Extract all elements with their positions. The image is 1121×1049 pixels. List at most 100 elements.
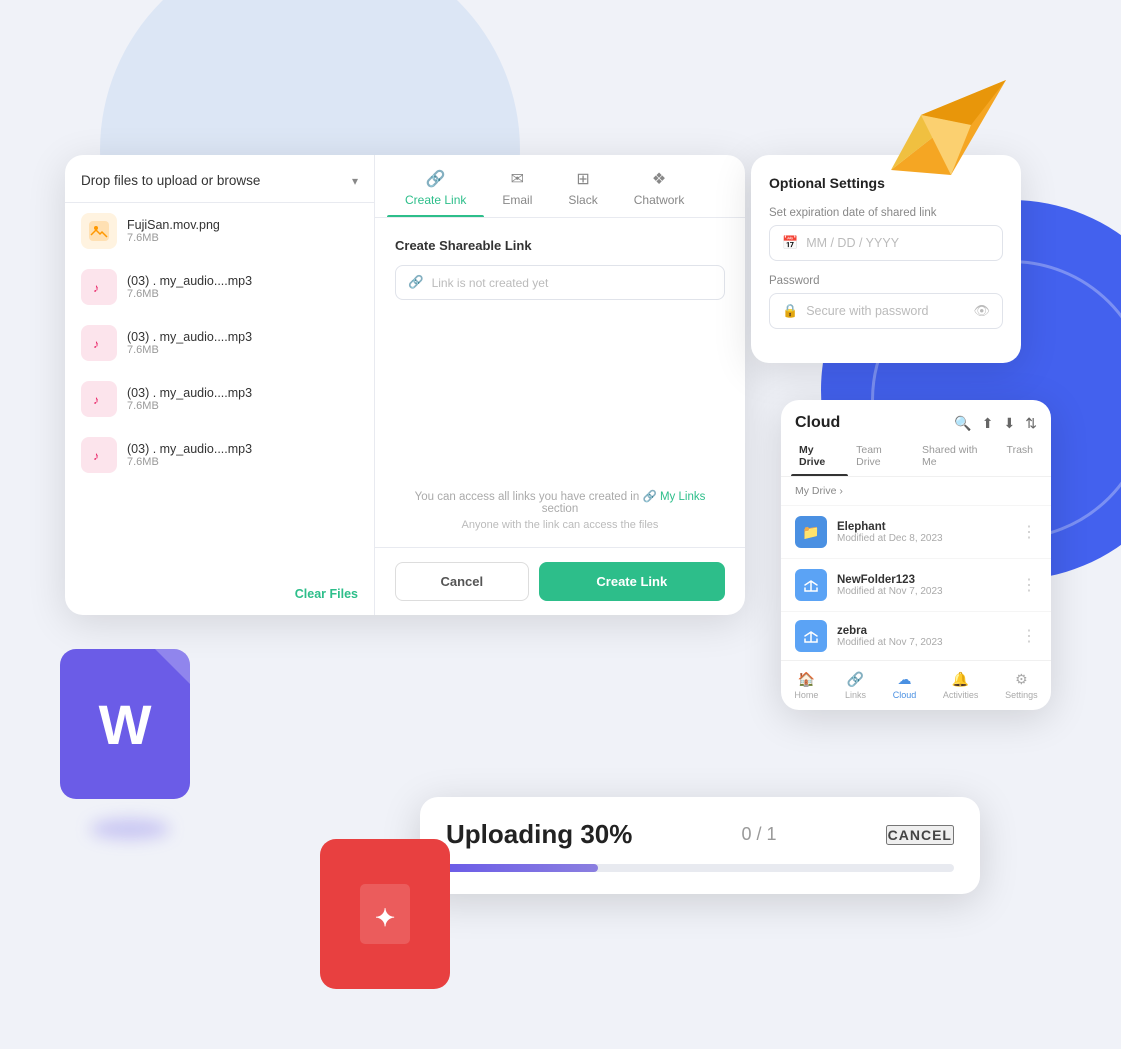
tab-chatwork[interactable]: ❖ Chatwork xyxy=(616,155,703,217)
svg-text:♪: ♪ xyxy=(93,281,99,295)
folder-icon-zebra xyxy=(795,620,827,652)
cloud-tab-my-drive[interactable]: My Drive xyxy=(791,440,848,476)
download-icon[interactable]: ⬇ xyxy=(1004,415,1016,432)
settings-icon: ⚙ xyxy=(1015,671,1028,688)
links-icon: 🔗 xyxy=(847,671,864,688)
calendar-icon: 📅 xyxy=(782,235,798,251)
share-footer: Cancel Create Link xyxy=(375,547,745,615)
file-icon-audio-3: ♪ xyxy=(81,381,117,417)
progress-bar-fill xyxy=(446,864,598,872)
search-icon[interactable]: 🔍 xyxy=(954,415,971,432)
sort-icon[interactable]: ⇅ xyxy=(1025,415,1037,432)
tab-label-slack: Slack xyxy=(568,193,597,207)
share-section-title: Create Shareable Link xyxy=(395,238,725,253)
cloud-tab-shared[interactable]: Shared with Me xyxy=(914,440,999,476)
cloud-panel-header: Cloud 🔍 ⬆ ⬇ ⇅ xyxy=(781,400,1051,432)
drop-header-text: Drop files to upload or browse xyxy=(81,173,260,188)
cloud-tab-team-drive[interactable]: Team Drive xyxy=(848,440,914,476)
upload-icon[interactable]: ⬆ xyxy=(982,415,994,432)
cloud-nav-home[interactable]: 🏠 Home xyxy=(794,671,818,700)
file-name-4: (03) . my_audio....mp3 xyxy=(127,442,252,456)
info-text: You can access all links you have create… xyxy=(395,489,725,515)
team-drive-tab-label: Team Drive xyxy=(856,444,882,468)
link-icon-inline: 🔗 xyxy=(642,491,660,503)
word-icon-shadow xyxy=(90,819,170,839)
paper-plane-icon xyxy=(881,60,1011,180)
drop-header[interactable]: Drop files to upload or browse ▾ xyxy=(65,155,374,203)
file-item: ♪ (03) . my_audio....mp3 7.6MB xyxy=(65,315,374,371)
tab-label-chatwork: Chatwork xyxy=(634,193,685,207)
cancel-button[interactable]: Cancel xyxy=(395,562,529,601)
cloud-file-date-zebra: Modified at Nov 7, 2023 xyxy=(837,637,1011,648)
tab-create-link[interactable]: 🔗 Create Link xyxy=(387,155,484,217)
lock-icon: 🔒 xyxy=(782,303,798,319)
email-icon: ✉ xyxy=(511,169,524,189)
cloud-file-info-elephant: Elephant Modified at Dec 8, 2023 xyxy=(837,521,1011,544)
tab-slack[interactable]: ⊞ Slack xyxy=(550,155,615,217)
link-placeholder-text: Link is not created yet xyxy=(432,276,549,290)
cloud-file-info-newfolder: NewFolder123 Modified at Nov 7, 2023 xyxy=(837,574,1011,597)
file-name-2: (03) . my_audio....mp3 xyxy=(127,330,252,344)
svg-text:♪: ♪ xyxy=(93,393,99,407)
activities-label: Activities xyxy=(943,690,979,700)
cloud-nav-settings[interactable]: ⚙ Settings xyxy=(1005,671,1038,700)
cloud-nav-links[interactable]: 🔗 Links xyxy=(845,671,866,700)
password-input[interactable]: 🔒 Secure with password 👁 xyxy=(769,293,1003,329)
share-panel: 🔗 Create Link ✉ Email ⊞ Slack ❖ Chatwork… xyxy=(375,155,745,615)
upload-cancel-button[interactable]: CANCEL xyxy=(886,825,954,845)
file-name-0: FujiSan.mov.png xyxy=(127,218,220,232)
cloud-nav-activities[interactable]: 🔔 Activities xyxy=(943,671,979,700)
create-link-button[interactable]: Create Link xyxy=(539,562,725,601)
cloud-bottom-row: zebra Modified at Nov 7, 2023 ⋮ xyxy=(781,611,1051,660)
upload-top-row: Uploading 30% 0 / 1 CANCEL xyxy=(446,819,954,850)
clear-files-row: Clear Files xyxy=(65,573,374,615)
my-drive-tab-label: My Drive xyxy=(799,444,825,468)
home-icon: 🏠 xyxy=(798,671,815,688)
tab-label-create-link: Create Link xyxy=(405,193,466,207)
slack-icon: ⊞ xyxy=(576,169,589,189)
settings-label: Settings xyxy=(1005,690,1038,700)
settings-panel: Optional Settings Set expiration date of… xyxy=(751,155,1021,363)
file-name-3: (03) . my_audio....mp3 xyxy=(127,386,252,400)
file-icon-audio-4: ♪ xyxy=(81,437,117,473)
tab-email[interactable]: ✉ Email xyxy=(484,155,550,217)
file-item: ♪ (03) . my_audio....mp3 7.6MB xyxy=(65,259,374,315)
more-options-zebra[interactable]: ⋮ xyxy=(1021,626,1037,646)
cloud-file-info-zebra: zebra Modified at Nov 7, 2023 xyxy=(837,625,1011,648)
upload-percent-label: Uploading 30% xyxy=(446,819,632,850)
cloud-label: Cloud xyxy=(893,690,917,700)
clear-files-button[interactable]: Clear Files xyxy=(295,587,358,601)
trash-tab-label: Trash xyxy=(1007,444,1033,456)
cloud-file-name-elephant: Elephant xyxy=(837,521,1011,533)
access-info-text: Anyone with the link can access the file… xyxy=(395,519,725,531)
more-options-newfolder[interactable]: ⋮ xyxy=(1021,575,1037,595)
main-panel: Drop files to upload or browse ▾ FujiSan… xyxy=(65,155,745,615)
pdf-doc-icon: ✦ xyxy=(320,839,450,989)
link-input-box[interactable]: 🔗 Link is not created yet xyxy=(395,265,725,300)
file-size-3: 7.6MB xyxy=(127,400,252,412)
more-options-elephant[interactable]: ⋮ xyxy=(1021,522,1037,542)
progress-bar-background xyxy=(446,864,954,872)
section-label: section xyxy=(542,503,578,515)
share-tabs: 🔗 Create Link ✉ Email ⊞ Slack ❖ Chatwork xyxy=(375,155,745,218)
link-icon-small: 🔗 xyxy=(408,275,424,290)
cloud-nav-cloud[interactable]: ☁ Cloud xyxy=(893,671,917,700)
my-links-link[interactable]: My Links xyxy=(660,491,705,503)
svg-text:♪: ♪ xyxy=(93,449,99,463)
expiration-placeholder: MM / DD / YYYY xyxy=(806,236,990,250)
eye-icon[interactable]: 👁 xyxy=(973,303,990,319)
home-label: Home xyxy=(794,690,818,700)
file-size-4: 7.6MB xyxy=(127,456,252,468)
file-icon-audio-1: ♪ xyxy=(81,269,117,305)
upload-progress-panel: Uploading 30% 0 / 1 CANCEL xyxy=(420,797,980,894)
svg-text:♪: ♪ xyxy=(93,337,99,351)
cloud-file-name-newfolder: NewFolder123 xyxy=(837,574,1011,586)
file-item: ♪ (03) . my_audio....mp3 7.6MB xyxy=(65,427,374,483)
drop-arrow-icon: ▾ xyxy=(352,174,358,188)
file-icon-audio-2: ♪ xyxy=(81,325,117,361)
cloud-breadcrumb: My Drive › xyxy=(781,477,1051,505)
chatwork-icon: ❖ xyxy=(652,169,666,189)
expiration-input[interactable]: 📅 MM / DD / YYYY xyxy=(769,225,1003,261)
file-size-2: 7.6MB xyxy=(127,344,252,356)
cloud-tab-trash[interactable]: Trash xyxy=(999,440,1041,476)
